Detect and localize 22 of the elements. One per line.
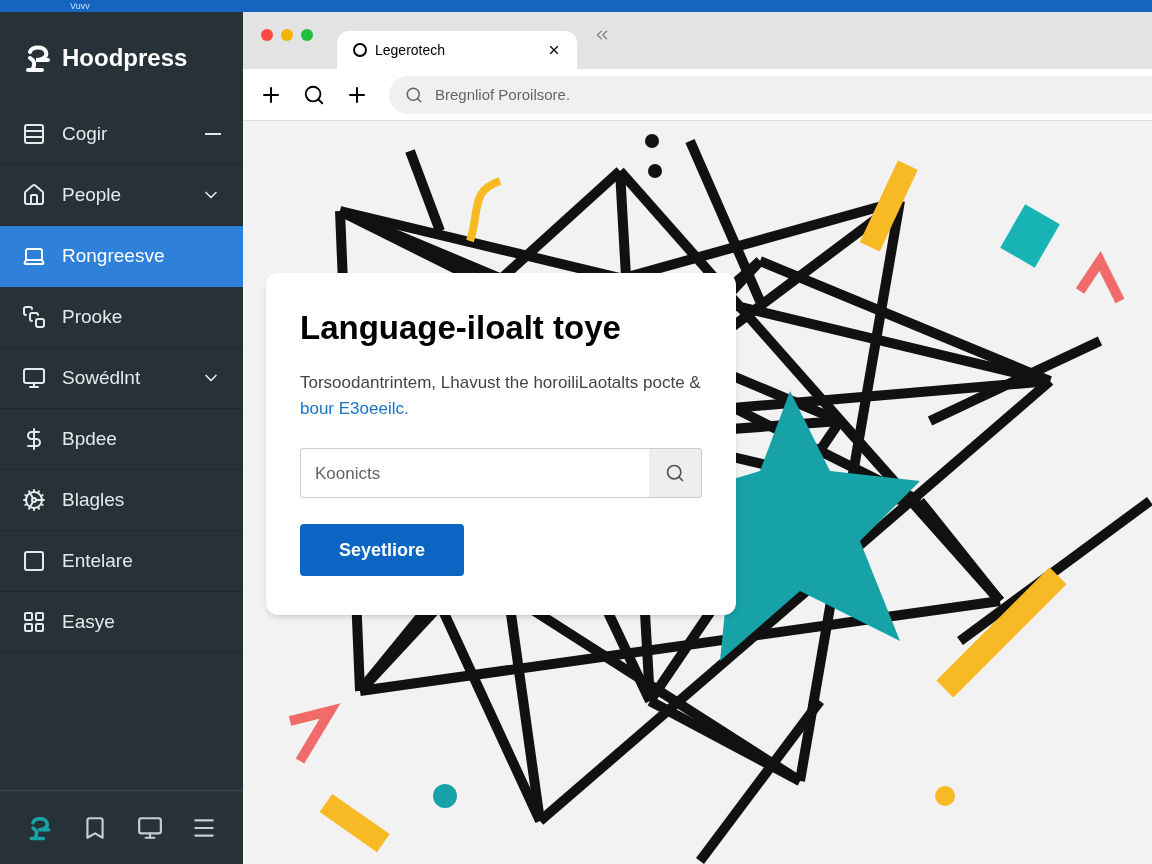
brand-name: Hoodpress bbox=[62, 43, 188, 73]
house-icon bbox=[22, 183, 46, 207]
close-icon[interactable] bbox=[547, 43, 561, 57]
globe-icon bbox=[353, 43, 367, 57]
minus-icon bbox=[205, 133, 221, 135]
primary-button[interactable]: Seyetliore bbox=[300, 524, 464, 577]
card-title: Language-iloalt toye bbox=[300, 308, 622, 348]
address-field[interactable]: Bregnliof Poroilsore. bbox=[389, 75, 1152, 114]
search-icon bbox=[405, 85, 423, 104]
list-icon bbox=[22, 122, 46, 146]
monitor-icon[interactable] bbox=[136, 814, 163, 841]
square-icon bbox=[22, 549, 46, 573]
card-link[interactable]: bour E3oeeilc. bbox=[300, 399, 409, 419]
monitor-icon bbox=[22, 366, 46, 390]
stack-icon bbox=[22, 305, 46, 329]
card-description: Torsoodantrintem, Lhavust the horoiliLaotalts pocte & bour E3oeeilc. bbox=[300, 372, 702, 421]
gear-icon bbox=[22, 488, 46, 512]
browser-tab[interactable]: Legerotech bbox=[337, 31, 577, 69]
grid-icon bbox=[22, 610, 46, 634]
search-icon[interactable] bbox=[303, 83, 325, 106]
top-bar-text: Vuvv bbox=[70, 1, 90, 11]
sidebar-item[interactable]: Rongreesve bbox=[0, 226, 243, 287]
